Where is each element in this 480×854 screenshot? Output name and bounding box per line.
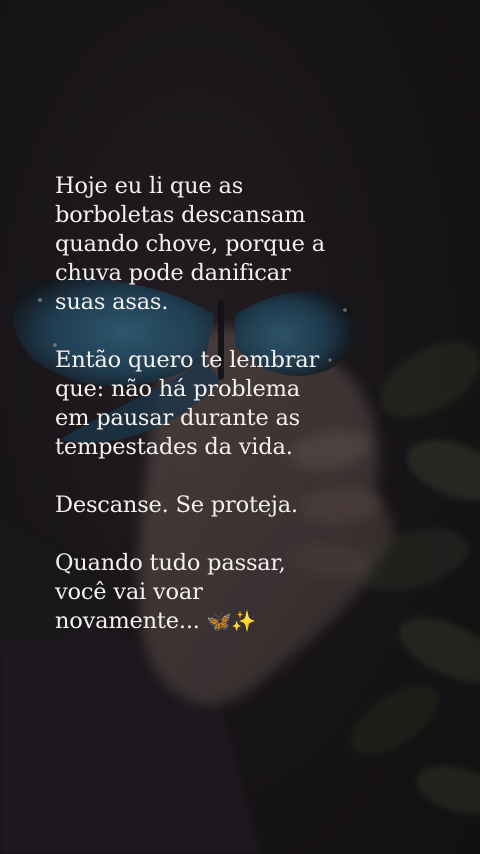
text-line: tempestades da vida.	[55, 434, 293, 460]
text-line: você vai voar	[55, 579, 203, 605]
text-line: Quando tudo passar,	[55, 550, 286, 576]
story-frame: Hoje eu li que as borboletas descansam q…	[0, 0, 480, 854]
message-text: Hoje eu li que as borboletas descansam q…	[55, 172, 455, 636]
text-line-with-emoji: novamente... 🦋✨	[55, 607, 455, 636]
text-line: Descanse. Se proteja.	[55, 492, 298, 518]
paragraph-1: Hoje eu li que as borboletas descansam q…	[55, 172, 455, 317]
text-line: suas asas.	[55, 289, 169, 315]
butterfly-sparkles-emoji-icon: 🦋✨	[206, 609, 257, 633]
paragraph-4: Quando tudo passar, você vai voar novame…	[55, 549, 455, 636]
text-line: quando chove, porque a	[55, 231, 325, 257]
text-line: Hoje eu li que as	[55, 173, 244, 199]
text-line: em pausar durante as	[55, 405, 301, 431]
text-line: chuva pode danificar	[55, 260, 291, 286]
text-line: Então quero te lembrar	[55, 347, 320, 373]
paragraph-2: Então quero te lembrar que: não há probl…	[55, 346, 455, 462]
text-line: borboletas descansam	[55, 202, 306, 228]
text-line: novamente...	[55, 608, 200, 634]
text-line: que: não há problema	[55, 376, 300, 402]
paragraph-3: Descanse. Se proteja.	[55, 491, 455, 520]
